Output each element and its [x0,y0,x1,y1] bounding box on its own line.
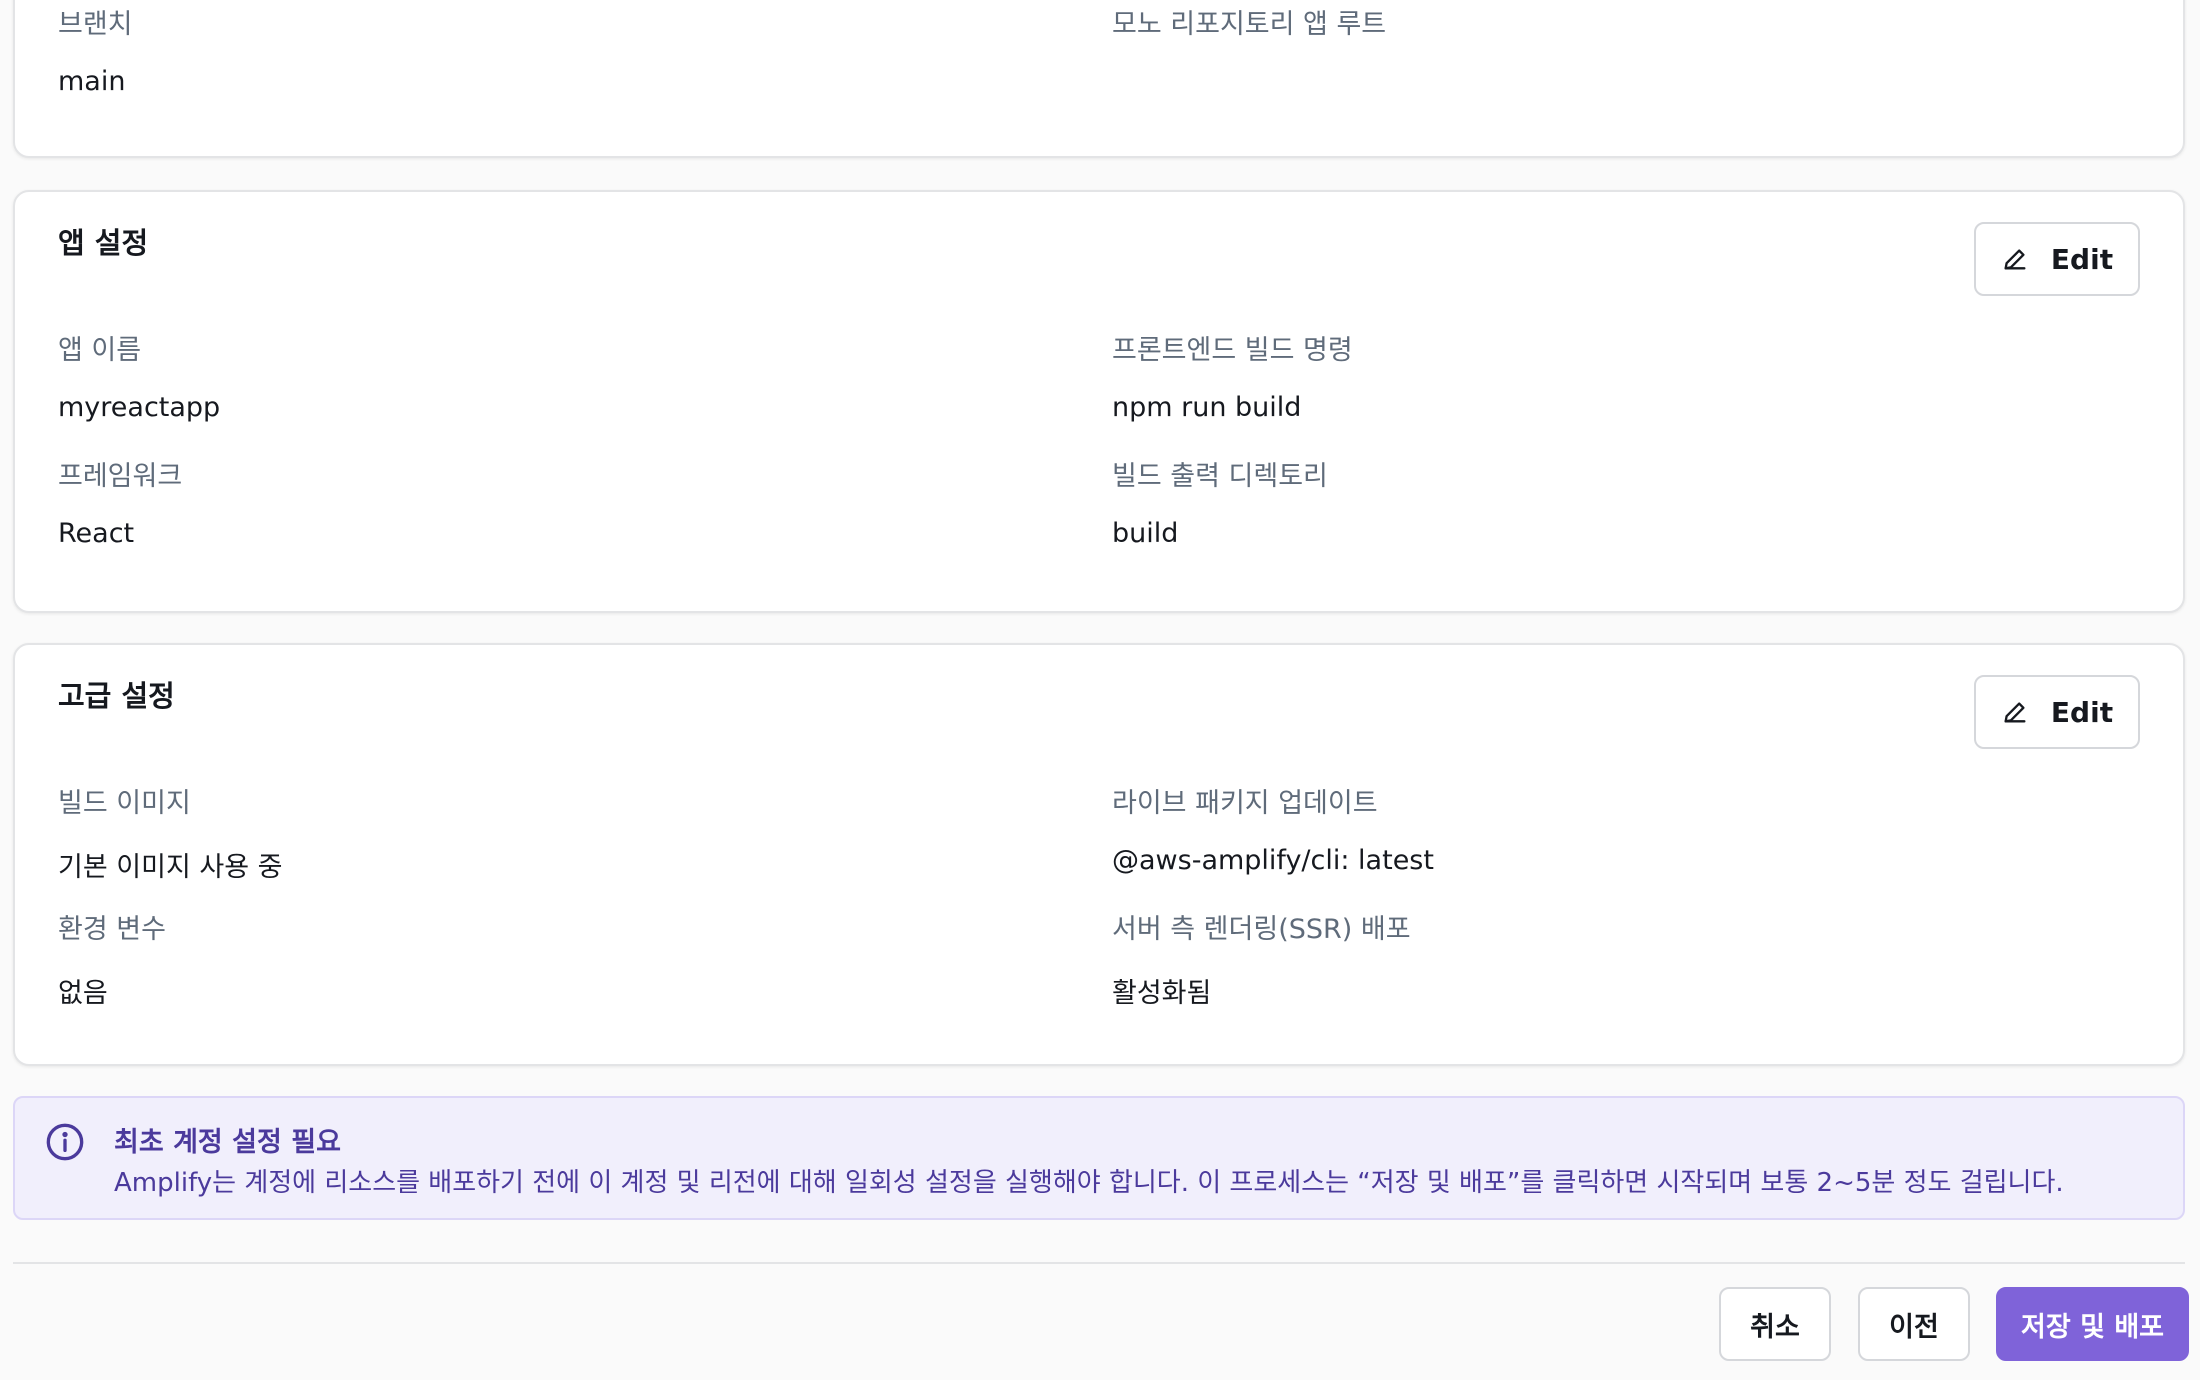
alert-title: 최초 계정 설정 필요 [114,1127,341,1158]
branch-label: 브랜치 [58,9,133,40]
branch-value: main [58,66,126,97]
framework-value: React [58,518,135,549]
framework-label: 프레임워크 [58,461,183,492]
save-and-deploy-button[interactable]: 저장 및 배포 [1996,1287,2189,1361]
app-settings-title: 앱 설정 [58,226,149,260]
pencil-icon [2004,249,2026,270]
build-command-value: npm run build [1112,392,1302,423]
app-settings-card: 앱 설정 Edit 앱 이름 myreactapp 프레임워크 React 프론… [13,190,2185,613]
cancel-button[interactable]: 취소 [1719,1287,1831,1361]
account-setup-alert: 최초 계정 설정 필요 Amplify는 계정에 리소스를 배포하기 전에 이 … [13,1096,2185,1220]
ssr-deployment-label: 서버 측 렌더링(SSR) 배포 [1112,914,1411,945]
ssr-deployment-value: 활성화됨 [1112,978,1212,1009]
previous-button[interactable]: 이전 [1858,1287,1970,1361]
footer-divider [13,1262,2185,1264]
edit-label: Edit [2050,695,2114,729]
edit-label: Edit [2050,242,2114,276]
build-image-value: 기본 이미지 사용 중 [58,852,283,883]
output-directory-label: 빌드 출력 디렉토리 [1112,461,1328,492]
advanced-settings-edit-button[interactable]: Edit [1974,675,2140,749]
environment-variables-value: 없음 [58,978,108,1009]
build-image-label: 빌드 이미지 [58,788,191,819]
advanced-settings-title: 고급 설정 [58,679,175,713]
app-settings-edit-button[interactable]: Edit [1974,222,2140,296]
live-package-updates-value: @aws-amplify/cli: latest [1112,845,1434,876]
monorepo-root-label: 모노 리포지토리 앱 루트 [1112,9,1387,40]
alert-message: Amplify는 계정에 리소스를 배포하기 전에 이 계정 및 리전에 대해 … [114,1168,2064,1198]
live-package-updates-label: 라이브 패키지 업데이트 [1112,788,1378,819]
app-name-value: myreactapp [58,392,221,423]
build-command-label: 프론트엔드 빌드 명령 [1112,335,1353,366]
repository-details-card: 브랜치 main 모노 리포지토리 앱 루트 [13,0,2185,158]
info-icon [46,1123,84,1161]
app-name-label: 앱 이름 [58,335,142,366]
pencil-icon [2004,702,2026,723]
output-directory-value: build [1112,518,1179,549]
advanced-settings-card: 고급 설정 Edit 빌드 이미지 기본 이미지 사용 중 환경 변수 없음 라… [13,643,2185,1066]
environment-variables-label: 환경 변수 [58,914,166,945]
